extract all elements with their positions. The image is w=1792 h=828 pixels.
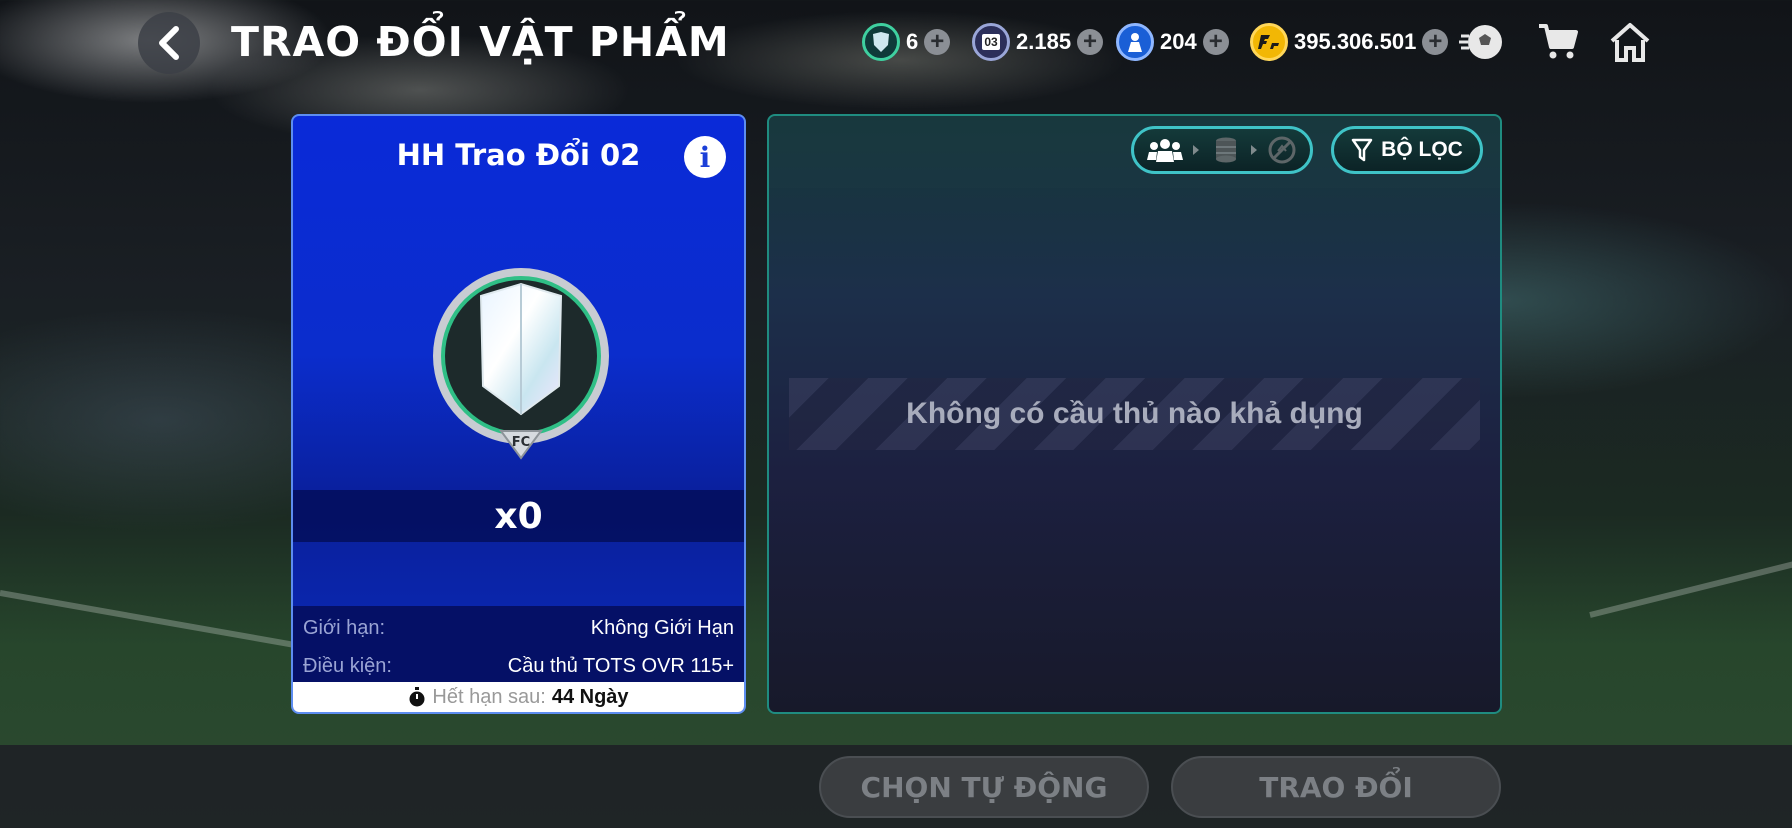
empty-message: Không có cầu thủ nào khả dụng [906,397,1363,430]
players-group-icon[interactable] [1146,137,1183,163]
currency-value: 395.306.501 [1294,29,1417,54]
pitch-line [0,590,326,654]
back-button[interactable] [138,12,200,74]
currency-card-03: 03 2.185 + [972,22,1104,62]
condition-label: Điều kiện: [303,654,392,677]
condition-row: Điều kiện: Cầu thủ TOTS OVR 115+ [303,648,734,684]
home-icon[interactable] [1606,18,1654,66]
limit-label: Giới hạn: [303,616,386,639]
expiry-bar: Hết hạn sau: 44 Ngày [293,682,744,712]
quantity-display: x0 [293,490,744,542]
currency-player-token: 204 + [1116,22,1229,62]
limit-value: Không Giới Hạn [590,616,734,639]
soccer-ball-icon[interactable] [1458,18,1506,66]
currency-value: 204 [1160,29,1197,54]
fc-coin-icon [1250,23,1288,61]
card-title: HH Trao Đổi 02 [396,138,641,172]
arrow-right-icon [1193,145,1200,155]
no-trade-icon[interactable] [1267,135,1297,165]
filter-button[interactable]: BỘ LỌC [1331,126,1483,174]
add-shield-token-button[interactable]: + [924,29,951,55]
info-icon[interactable]: i [684,136,726,178]
empty-state: Không có cầu thủ nào khả dụng [789,378,1480,450]
expiry-label: Hết hạn sau: [432,685,546,708]
card-03-icon: 03 [972,23,1010,61]
funnel-icon [1351,138,1373,162]
currency-value: 6 [906,29,919,54]
sort-toggle-group[interactable] [1131,126,1313,174]
pitch-line [1589,561,1792,618]
chevron-left-icon [159,26,179,60]
player-token-icon [1116,23,1154,61]
player-selection-panel: BỘ LỌC Không có cầu thủ nào khả dụng [767,114,1502,714]
exchange-button[interactable]: TRAO ĐỔI [1171,756,1501,818]
condition-value: Cầu thủ TOTS OVR 115+ [507,654,734,677]
shopping-cart-icon[interactable] [1534,18,1582,66]
exchange-item-card: HH Trao Đổi 02 i FC x0 Giới hạn: Không G… [291,114,746,714]
svg-text:FC: FC [512,435,530,450]
coin-stack-icon[interactable] [1210,136,1240,164]
currency-shield-token: 6 + [862,22,951,62]
auto-select-button[interactable]: CHỌN TỰ ĐỘNG [819,756,1149,818]
currency-value: 2.185 [1016,29,1072,54]
shield-token-icon [862,23,900,61]
exchange-badge-icon: FC [433,268,609,460]
add-card-03-button[interactable]: + [1077,29,1104,55]
filter-label: BỘ LỌC [1381,138,1463,161]
page-title: TRAO ĐỔI VẬT PHẨM [231,18,730,66]
add-player-token-button[interactable]: + [1202,29,1229,55]
add-fc-coin-button[interactable]: + [1422,29,1449,55]
limit-row: Giới hạn: Không Giới Hạn [303,610,734,646]
card-details: Giới hạn: Không Giới Hạn Điều kiện: Cầu … [293,606,744,686]
arrow-right-icon [1250,145,1257,155]
expiry-value: 44 Ngày [551,685,629,708]
stopwatch-icon [409,687,425,707]
currency-fc-coin: 395.306.501 + [1250,22,1449,62]
